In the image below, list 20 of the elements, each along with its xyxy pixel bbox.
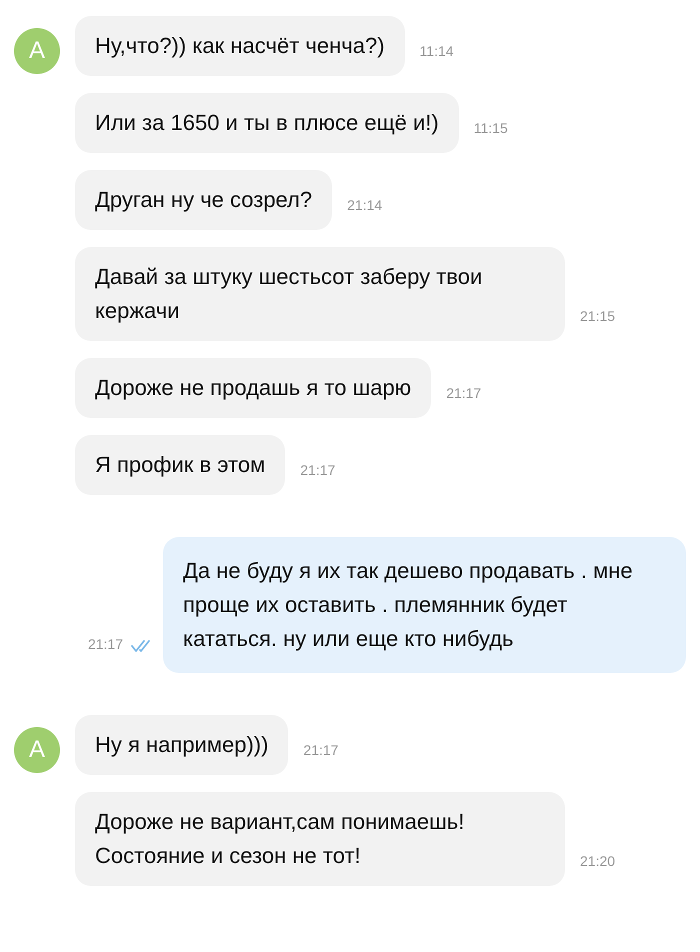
message-bubble: Да не буду я их так дешево продавать . мне проще их оставить . племянник будет кататься. ну или еще кто нибудь <box>163 537 686 673</box>
message-bubble: Я профик в этом <box>75 435 286 495</box>
message-time: 21:17 <box>446 384 482 403</box>
message-time: 21:17 <box>88 635 123 654</box>
message-bubble: Дороже не вариант,сам понимаешь! Состояние и сезон не тот! <box>75 792 565 886</box>
message-bubble: Ну я например))) <box>75 715 288 775</box>
message-time: 21:17 <box>303 741 338 760</box>
message-time: 21:15 <box>580 307 616 326</box>
message-time: 11:15 <box>474 119 508 138</box>
message-time: 21:17 <box>300 461 336 480</box>
message-bubble: Давай за штуку шестьсот заберу твои кержачи <box>75 247 565 341</box>
message-bubble: Друган ну че созрел? <box>75 170 332 230</box>
message-time: 11:14 <box>420 42 454 61</box>
message-bubble: Ну,что?)) как насчёт ченча?) <box>75 16 405 76</box>
message-bubble: Дороже не продашь я то шарю <box>75 358 432 418</box>
message-time: 21:20 <box>580 852 616 871</box>
avatar[interactable]: A <box>14 727 60 773</box>
message-bubble: Или за 1650 и ты в плюсе ещё и!) <box>75 93 459 153</box>
avatar[interactable]: A <box>14 28 60 74</box>
message-time: 21:14 <box>347 196 382 215</box>
